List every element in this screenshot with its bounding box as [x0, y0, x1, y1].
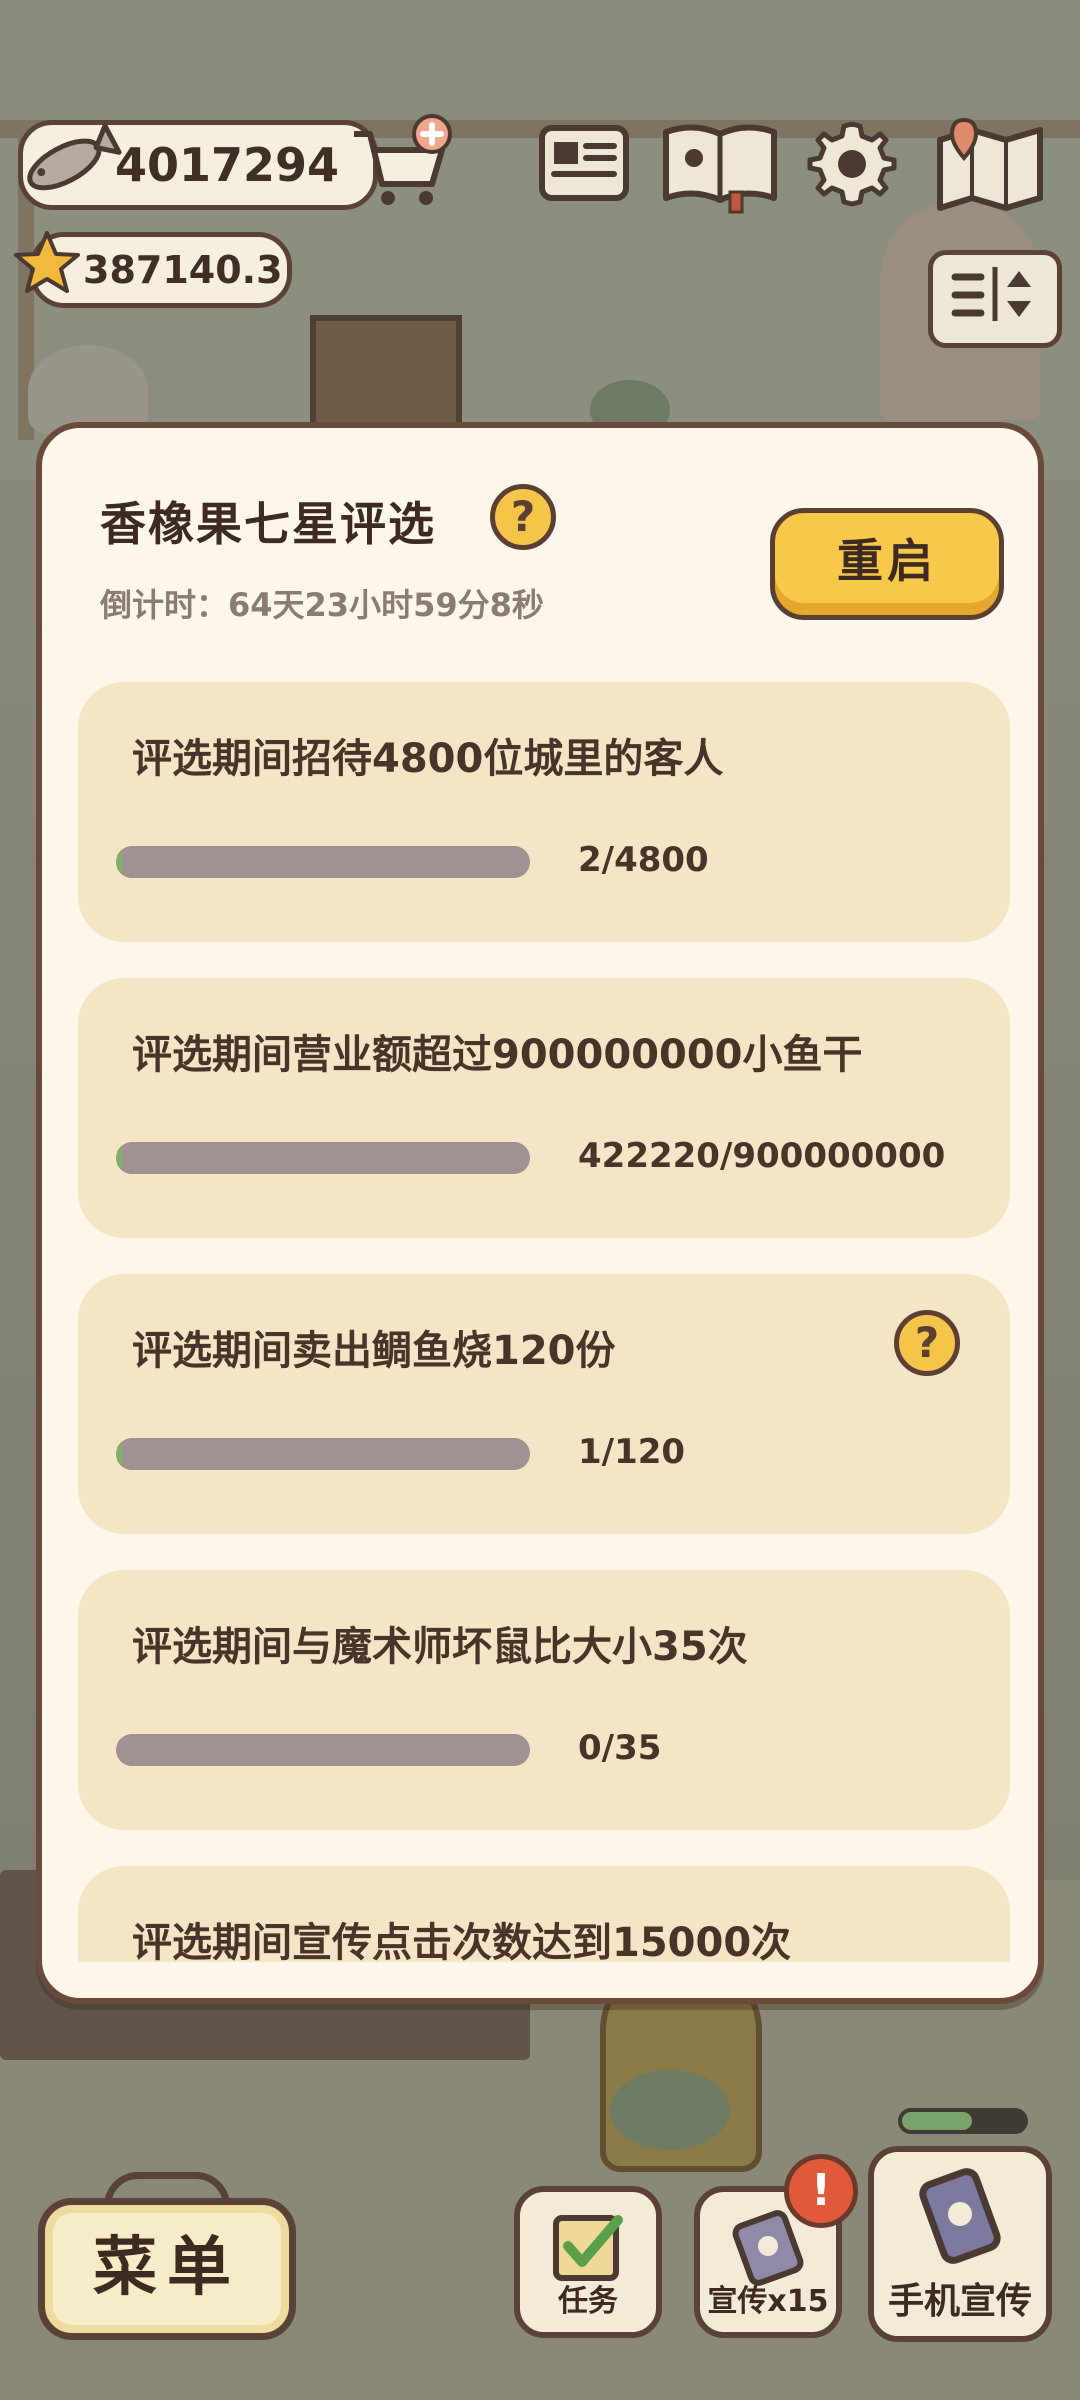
question-mark-icon: ?: [510, 492, 536, 541]
task-card: 评选期间营业额超过900000000小鱼干 422220/900000000: [78, 978, 1010, 1238]
task-label: 评选期间卖出鲷鱼烧120份: [132, 1328, 616, 1374]
task-card: 评选期间宣传点击次数达到15000次: [78, 1866, 1010, 1962]
task-list[interactable]: 评选期间招待4800位城里的客人 2/4800 评选期间营业额超过9000000…: [78, 682, 1010, 1962]
task-progress-track: [116, 1142, 530, 1174]
task-progress-track: [116, 1734, 530, 1766]
task-progress-text: 1/120: [578, 1432, 686, 1472]
task-progress-fill: [116, 1142, 123, 1174]
promo-label: 宣传x15: [707, 2284, 829, 2319]
restart-button[interactable]: 重启: [770, 508, 1004, 620]
sort-toggle-button[interactable]: [928, 250, 1062, 348]
phone-icon: [919, 2168, 1001, 2264]
flower-pot: [610, 2070, 730, 2150]
task-card: 评选期间卖出鲷鱼烧120份 ? 1/120: [78, 1274, 1010, 1534]
star-currency-value: 387140.3: [83, 248, 283, 292]
task-progress-track: [116, 846, 530, 878]
cart-plus-icon[interactable]: [346, 112, 456, 212]
task-card: 评选期间招待4800位城里的客人 2/4800: [78, 682, 1010, 942]
tasks-label: 任务: [558, 2284, 618, 2319]
fish-icon: [27, 123, 122, 191]
album-book-button[interactable]: [660, 118, 780, 214]
checklist-icon: [553, 2215, 623, 2281]
scene-progress-bar: [898, 2108, 1028, 2134]
seven-star-review-dialog: 香橡果七星评选 ? 倒计时：64天23小时59分8秒 重启 评选期间招待4800…: [36, 422, 1044, 2004]
settings-button[interactable]: [806, 118, 898, 210]
fish-currency-value: 4017294: [115, 138, 340, 192]
menu-button[interactable]: 菜单: [38, 2198, 296, 2340]
question-mark-icon: ?: [914, 1318, 940, 1367]
phone-promo-button[interactable]: 手机宣传: [868, 2146, 1052, 2342]
task-help-button[interactable]: ?: [894, 1310, 960, 1376]
dialog-title: 香橡果七星评选: [100, 497, 436, 551]
newspaper-icon: [539, 125, 629, 201]
task-progress-text: 0/35: [578, 1728, 662, 1768]
sort-toggle-icon: [951, 267, 1031, 321]
task-label: 评选期间与魔术师坏鼠比大小35次: [132, 1624, 748, 1670]
task-progress-track: [116, 1438, 530, 1470]
tasks-button[interactable]: 任务: [514, 2186, 662, 2338]
task-card: 评选期间与魔术师坏鼠比大小35次 0/35: [78, 1570, 1010, 1830]
task-progress-fill: [116, 1438, 123, 1470]
map-icon: [937, 118, 1043, 211]
newspaper-button[interactable]: [536, 118, 632, 208]
gear-icon: [807, 121, 897, 207]
alert-badge: !: [784, 2154, 858, 2228]
phone-promo-label: 手机宣传: [887, 2281, 1032, 2322]
star-icon: [14, 231, 80, 293]
title-help-button[interactable]: ?: [490, 484, 556, 550]
map-button[interactable]: [934, 118, 1046, 218]
task-progress-text: 422220/900000000: [578, 1136, 946, 1176]
task-label: 评选期间招待4800位城里的客人: [132, 736, 724, 782]
task-progress-text: 2/4800: [578, 840, 709, 880]
countdown-timer: 倒计时：64天23小时59分8秒: [100, 586, 544, 624]
task-label: 评选期间宣传点击次数达到15000次: [132, 1920, 792, 1962]
task-progress-fill: [116, 846, 123, 878]
album-book-icon: [663, 124, 777, 214]
task-label: 评选期间营业额超过900000000小鱼干: [132, 1032, 863, 1078]
